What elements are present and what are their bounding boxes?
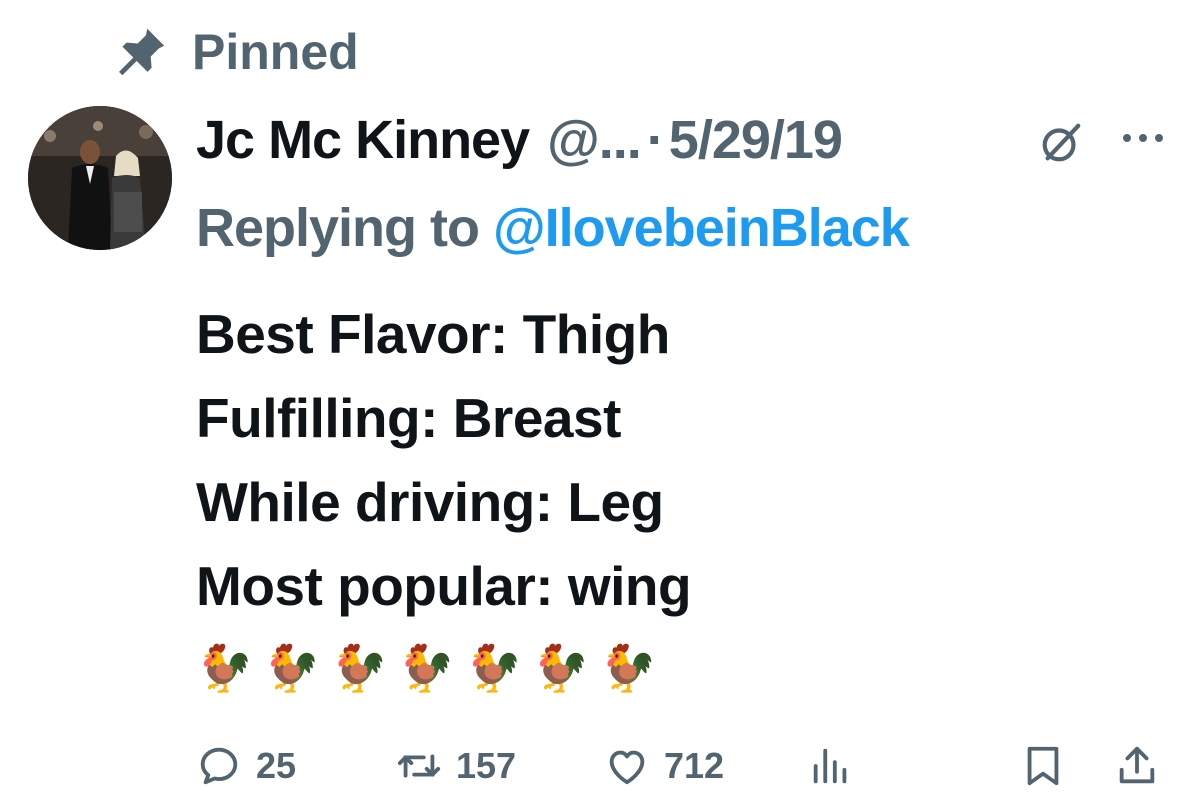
replying-to-handle-link[interactable]: @IlovebeinBlack: [493, 197, 910, 259]
share-button[interactable]: [1114, 734, 1160, 798]
tweet-date[interactable]: 5/29/19: [669, 109, 843, 171]
grok-icon[interactable]: [1038, 120, 1084, 166]
pin-icon: [119, 28, 165, 76]
author-display-name[interactable]: Jc Mc Kinney: [196, 109, 530, 171]
bookmark-icon: [1027, 746, 1059, 786]
separator-dot: ·: [646, 110, 665, 170]
tweet-text-line: While driving: Leg: [196, 471, 664, 533]
replying-to-label: Replying to: [196, 198, 480, 258]
tweet-text: Best Flavor: Thigh Fulfilling: Breast Wh…: [196, 292, 1156, 708]
like-count: 712: [664, 745, 725, 786]
tweet-text-line: Most popular: wing: [196, 555, 692, 617]
replying-to: Replying to @IlovebeinBlack: [196, 190, 910, 266]
avatar[interactable]: [28, 106, 172, 250]
views-button[interactable]: [808, 734, 854, 798]
rooster-emoji-line: 🐓🐓🐓🐓🐓🐓🐓: [196, 642, 667, 694]
avatar-image: [28, 106, 172, 250]
bookmark-button[interactable]: [1020, 734, 1066, 798]
pinned-label: Pinned: [192, 24, 359, 80]
pinned-indicator: Pinned: [112, 22, 359, 82]
like-button[interactable]: 712: [604, 734, 724, 798]
tweet-actions: 25 157 712: [196, 734, 1176, 798]
more-options-icon[interactable]: [1120, 128, 1166, 148]
tweet-text-line: Fulfilling: Breast: [196, 387, 621, 449]
heart-icon: [609, 750, 645, 785]
reply-icon: [200, 747, 238, 785]
share-icon: [1119, 746, 1155, 784]
repost-icon: [397, 754, 441, 778]
tweet-text-line: Best Flavor: Thigh: [196, 303, 670, 365]
tweet-header: Jc Mc Kinney @... · 5/29/19: [196, 100, 1196, 180]
repost-count: 157: [456, 745, 517, 786]
analytics-icon: [813, 748, 847, 784]
author-handle[interactable]: @...: [547, 109, 642, 171]
repost-button[interactable]: 157: [396, 734, 516, 798]
reply-button[interactable]: 25: [196, 734, 296, 798]
reply-count: 25: [256, 745, 297, 786]
